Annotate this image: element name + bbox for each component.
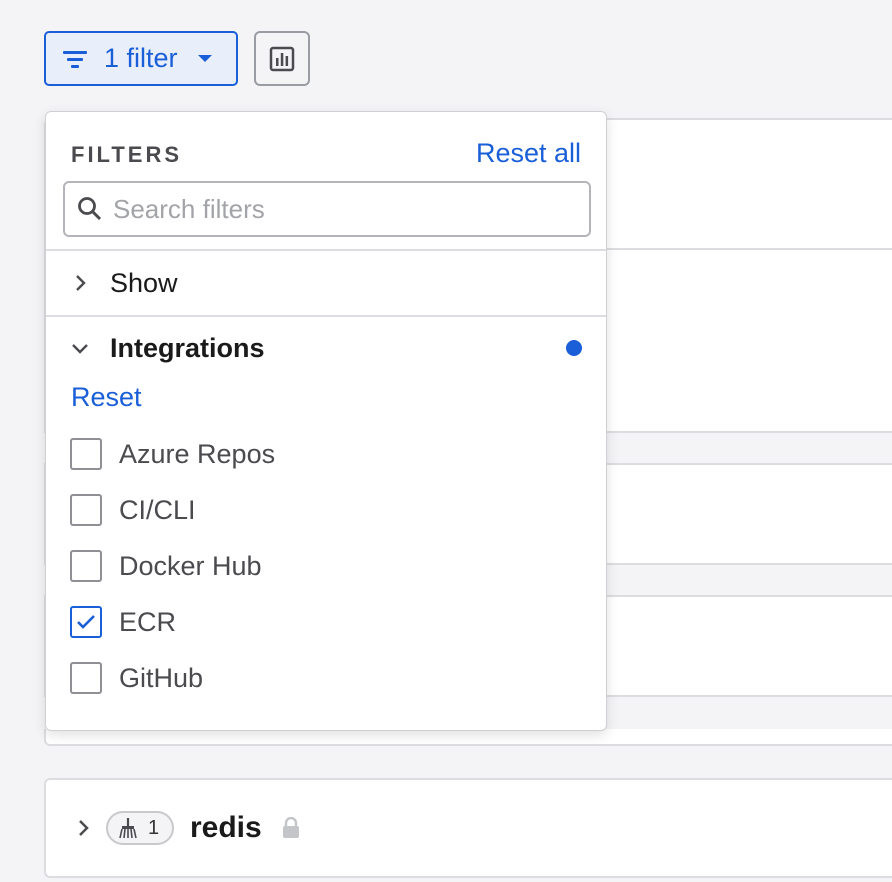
caret-down-icon (197, 55, 212, 62)
chevron-right-icon (76, 275, 86, 291)
project-name[interactable]: redis (190, 811, 262, 845)
project-row-redis[interactable]: 1 redis (44, 778, 892, 878)
option-ci-cli[interactable]: CI/CLI (70, 494, 196, 526)
chart-icon (269, 46, 295, 71)
option-docker-hub[interactable]: Docker Hub (70, 550, 262, 582)
search-icon (78, 197, 102, 221)
checkbox[interactable] (70, 438, 102, 470)
reset-all-link[interactable]: Reset all (476, 138, 581, 169)
option-label: Azure Repos (119, 438, 276, 469)
filter-button-label: 1 filter (104, 43, 178, 73)
search-filters-field[interactable] (63, 181, 591, 237)
filter-button[interactable]: 1 filter (44, 31, 238, 86)
reset-integrations-link[interactable]: Reset (71, 382, 142, 413)
filters-heading: FILTERS (71, 142, 183, 167)
option-label: CI/CLI (119, 494, 196, 525)
checkbox-checked[interactable] (70, 606, 102, 638)
chevron-right-icon[interactable] (74, 818, 94, 838)
section-show-label: Show (110, 267, 178, 298)
checkbox[interactable] (70, 494, 102, 526)
search-filters-input[interactable] (113, 193, 553, 225)
broom-icon (119, 818, 137, 839)
filters-dropdown: FILTERS Reset all Show Integrations Rese… (45, 111, 607, 731)
chevron-down-icon (72, 344, 88, 354)
checkbox[interactable] (70, 662, 102, 694)
option-github[interactable]: GitHub (70, 662, 203, 694)
checkmark-icon (77, 615, 95, 629)
active-filter-dot (566, 340, 582, 356)
option-azure-repos[interactable]: Azure Repos (70, 438, 275, 470)
section-integrations[interactable]: Integrations (46, 318, 606, 378)
filter-lines-icon (62, 49, 88, 69)
chart-view-button[interactable] (254, 31, 310, 86)
option-label: Docker Hub (119, 550, 262, 581)
lock-icon (282, 817, 299, 838)
section-show[interactable]: Show (46, 252, 606, 314)
badge-count: 1 (148, 816, 160, 839)
section-integrations-label: Integrations (110, 332, 265, 363)
page: 1 filter 1 redis FILTERS Reset all Searc… (0, 0, 892, 882)
count-badge: 1 (106, 811, 174, 845)
checkbox[interactable] (70, 550, 102, 582)
option-label: ECR (119, 606, 177, 637)
option-label: GitHub (119, 662, 204, 693)
section-divider (46, 249, 606, 251)
section-divider (46, 315, 606, 317)
option-ecr[interactable]: ECR (70, 606, 176, 638)
